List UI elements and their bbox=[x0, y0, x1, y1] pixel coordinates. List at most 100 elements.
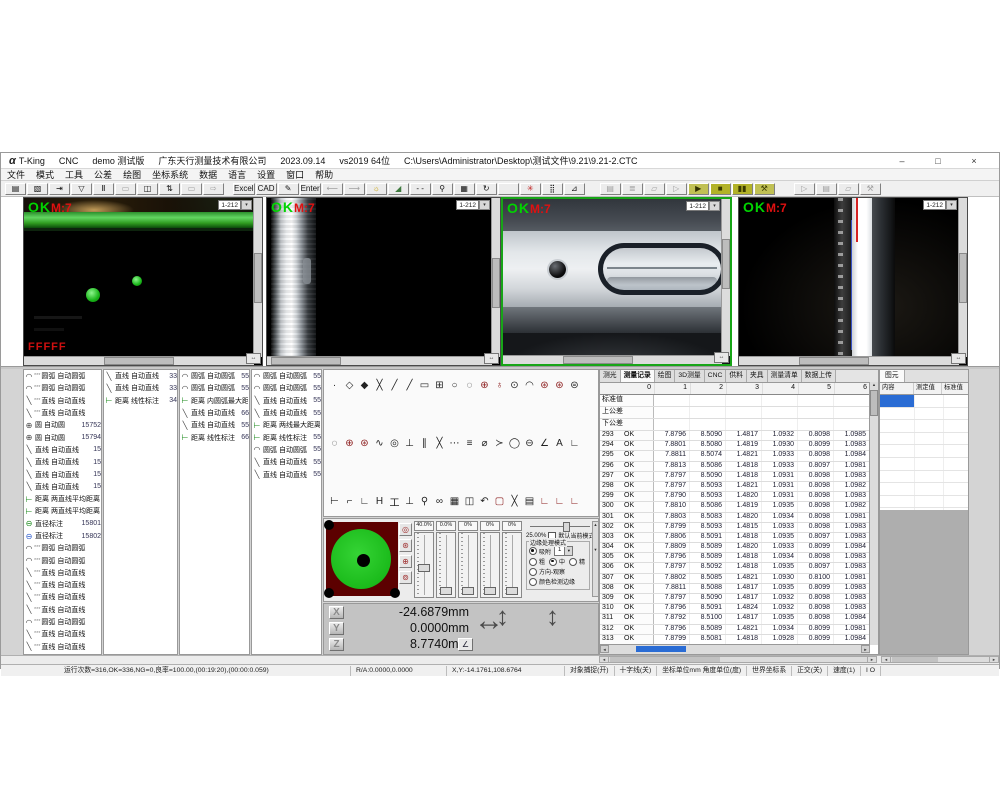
table-row[interactable]: 303OK 7.8806 8.5091 1.4818 1.0935 0.8097… bbox=[600, 533, 878, 543]
jog-xy-vertical-icon[interactable]: ↕ bbox=[496, 601, 509, 632]
list-item[interactable]: ╲ *** 直线 自动直线 bbox=[24, 641, 101, 653]
datum3-tool[interactable]: ∟ bbox=[567, 494, 582, 508]
elements-row[interactable] bbox=[880, 483, 968, 496]
save-button[interactable]: ▤ bbox=[5, 183, 26, 195]
zoom-select[interactable]: 1-212▾ bbox=[686, 201, 720, 211]
maximize-button[interactable]: □ bbox=[927, 156, 949, 166]
dim-circle-tool[interactable]: ⚲ bbox=[417, 494, 432, 508]
minimize-button[interactable]: – bbox=[891, 156, 913, 166]
menu-item[interactable]: 绘图 bbox=[123, 168, 141, 181]
list-item[interactable]: ◠ 圆弧 自动圆弧 55 bbox=[252, 382, 321, 394]
table-tab[interactable]: 测光 bbox=[600, 370, 621, 382]
dim-width-tool[interactable]: H bbox=[372, 494, 387, 508]
box-red-tool[interactable]: ▢ bbox=[492, 494, 507, 508]
scroll-left-icon[interactable]: ◄ bbox=[882, 657, 891, 663]
cross-point-tool[interactable]: ╳ bbox=[372, 378, 387, 392]
pan-tool-button[interactable]: ↔ bbox=[714, 352, 729, 363]
elements-row[interactable] bbox=[880, 458, 968, 471]
close-button[interactable]: × bbox=[963, 156, 985, 166]
list-item[interactable]: ╲ 直线 自动直线 33 bbox=[104, 382, 177, 394]
master-slider-thumb[interactable] bbox=[563, 522, 570, 532]
stage2-disabled-button[interactable]: ▭ bbox=[181, 183, 202, 195]
camera4-vertical-scrollbar[interactable] bbox=[958, 198, 967, 357]
options-scrollbar[interactable]: ▲▼ bbox=[592, 521, 599, 597]
list-item[interactable]: ⊕ 圆 自动圆 15752 bbox=[24, 419, 101, 431]
table-row[interactable]: 297OK 7.8797 8.5090 1.4818 1.0931 0.8098… bbox=[600, 472, 878, 482]
folder-gray-button[interactable]: ▱ bbox=[644, 183, 665, 195]
menu-item[interactable]: 帮助 bbox=[315, 168, 333, 181]
dim-horizontal-tool[interactable]: ⊢ bbox=[327, 494, 342, 508]
perpendicular-tool[interactable]: ⊥ bbox=[402, 436, 417, 450]
light-slider-thumb[interactable] bbox=[440, 587, 452, 595]
light-slider-thumb[interactable] bbox=[506, 587, 518, 595]
color-edge-radio[interactable] bbox=[529, 578, 537, 586]
table-row[interactable]: 306OK 7.8797 8.5092 1.4818 1.0935 0.8097… bbox=[600, 563, 878, 573]
light-slider-track[interactable] bbox=[502, 532, 522, 598]
light-slider[interactable]: 0.0% bbox=[436, 521, 456, 598]
camera2-vertical-scrollbar[interactable] bbox=[491, 198, 500, 357]
flower-light-icon[interactable]: ⊚ bbox=[399, 571, 412, 584]
list-item[interactable]: ◠ *** 圆弧 自动圆弧 bbox=[24, 370, 101, 382]
list-item[interactable]: ◠ 圆弧 自动圆弧 55 bbox=[180, 370, 249, 382]
fine-radio[interactable] bbox=[569, 558, 577, 566]
zoom-select[interactable]: 1-212▾ bbox=[456, 200, 490, 210]
enter-button[interactable]: Enter bbox=[300, 183, 321, 195]
open2-gray-button[interactable]: ▱ bbox=[838, 183, 859, 195]
corner-tool[interactable]: ∟ bbox=[567, 436, 582, 450]
scroll-right-icon[interactable]: ► bbox=[867, 657, 876, 663]
camera3-horizontal-scrollbar[interactable] bbox=[503, 355, 722, 364]
list-item[interactable]: ╲ 直线 自动直线 55 bbox=[252, 468, 321, 480]
diameter-tool[interactable]: ⌀ bbox=[477, 436, 492, 450]
list-item[interactable]: ╲ *** 直线 自动直线 bbox=[24, 579, 101, 591]
list-item[interactable]: ⊢ 距离 两直线平均距离 bbox=[24, 493, 101, 505]
light-slider-track[interactable] bbox=[458, 532, 478, 598]
datum2-tool[interactable]: ∟ bbox=[552, 494, 567, 508]
datum1-tool[interactable]: ∟ bbox=[537, 494, 552, 508]
medium-radio[interactable] bbox=[549, 558, 557, 566]
menu-item[interactable]: 公差 bbox=[94, 168, 112, 181]
table-row[interactable]: 301OK 7.8803 8.5083 1.4820 1.0934 0.8098… bbox=[600, 513, 878, 523]
table-row[interactable]: 302OK 7.8799 8.5093 1.4815 1.0933 0.8098… bbox=[600, 523, 878, 533]
direction-radio[interactable] bbox=[529, 568, 537, 576]
menu-item[interactable]: 模式 bbox=[36, 168, 54, 181]
list-item[interactable]: ╲ *** 直线 自动直线 bbox=[24, 628, 101, 640]
plane2-tool[interactable]: ◆ bbox=[357, 378, 372, 392]
table-row[interactable]: 下公差 bbox=[600, 419, 878, 431]
list-item[interactable]: ◠ 圆弧 自动圆弧 55 bbox=[252, 370, 321, 382]
cad-export-button[interactable]: CAD bbox=[256, 183, 277, 195]
chevron-down-icon[interactable]: ▾ bbox=[479, 200, 490, 210]
menu-item[interactable]: 坐标系统 bbox=[152, 168, 188, 181]
rotate-button[interactable]: ↻ bbox=[476, 183, 497, 195]
hatch-button[interactable]: ▦ bbox=[454, 183, 475, 195]
menu-item[interactable]: 工具 bbox=[65, 168, 83, 181]
camera-view-4[interactable]: OKM:7 1-212▾ ↔ bbox=[738, 197, 968, 366]
list-item[interactable]: ╲ 直线 自动直线 66 bbox=[180, 407, 249, 419]
pan-tool-button[interactable]: ↔ bbox=[246, 353, 261, 364]
table-hscroll-thumb[interactable] bbox=[636, 646, 686, 652]
table-tab[interactable]: 测量清单 bbox=[768, 370, 802, 382]
probe-button[interactable]: ▽ bbox=[71, 183, 92, 195]
table-row[interactable]: 294OK 7.8801 8.5080 1.4819 1.0930 0.8099… bbox=[600, 441, 878, 451]
pillar-button[interactable]: Ⅱ bbox=[93, 183, 114, 195]
list-item[interactable]: ⊢ 距离 线性标注 55 bbox=[252, 431, 321, 443]
open-button[interactable]: ▧ bbox=[27, 183, 48, 195]
light-bulb-button[interactable]: ☼ bbox=[366, 183, 387, 195]
list-item[interactable]: ╲ 直线 自动直线 33 bbox=[104, 370, 177, 382]
camera4-horizontal-scrollbar[interactable] bbox=[739, 356, 959, 365]
table-row[interactable]: 305OK 7.8796 8.5089 1.4818 1.0934 0.8098… bbox=[600, 553, 878, 563]
list-item[interactable]: ⊢ 距离 两直线平均距离 bbox=[24, 505, 101, 517]
table-row[interactable]: 上公差 bbox=[600, 407, 878, 419]
dim-angle-tool[interactable]: ⌐ bbox=[342, 494, 357, 508]
list-item[interactable]: ╲ 直线 自动直线 15 bbox=[24, 456, 101, 468]
table-row[interactable]: 295OK 7.8811 8.5074 1.4821 1.0933 0.8098… bbox=[600, 451, 878, 461]
circle-red2-tool[interactable]: ⊕ bbox=[342, 436, 357, 450]
light-slider[interactable]: 40.0% bbox=[414, 521, 434, 598]
list-gray-button[interactable]: ≣ bbox=[622, 183, 643, 195]
points-tool[interactable]: ⋯ bbox=[447, 436, 462, 450]
circle-line-tool[interactable]: ⊖ bbox=[522, 436, 537, 450]
lift-button[interactable]: ⇅ bbox=[159, 183, 180, 195]
camera1-horizontal-scrollbar[interactable] bbox=[24, 356, 254, 365]
list-item[interactable]: ╲ *** 直线 自动直线 bbox=[24, 395, 101, 407]
line-tool[interactable]: ╱ bbox=[387, 378, 402, 392]
copy-tool[interactable]: ◫ bbox=[462, 494, 477, 508]
